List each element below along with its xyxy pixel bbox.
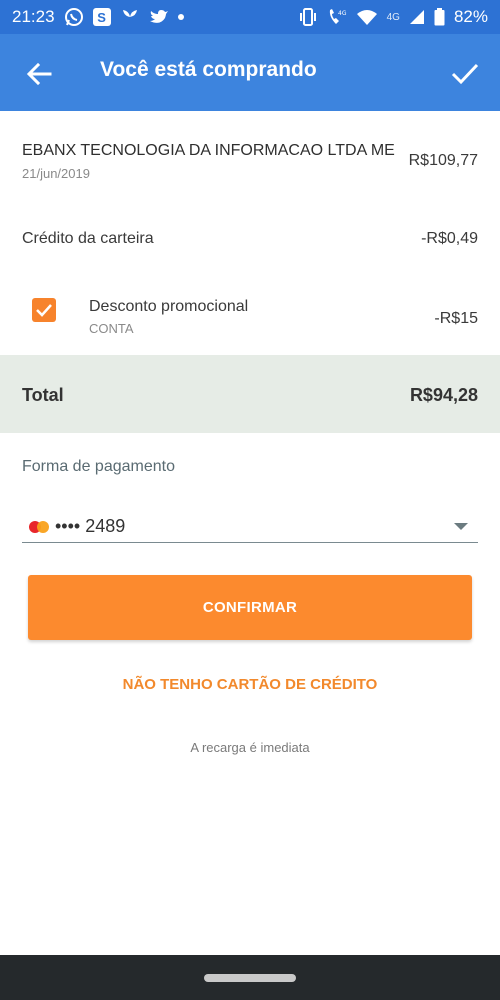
volte-call-icon: 4G — [327, 8, 347, 26]
status-bar-left: 21:23 S — [12, 7, 184, 27]
signal-icon — [409, 9, 425, 25]
total-band: Total R$94,28 — [0, 355, 500, 433]
total-label: Total — [22, 385, 64, 405]
mastercard-icon — [28, 520, 50, 534]
check-icon[interactable] — [450, 58, 480, 88]
recharge-info-text: A recarga é imediata — [190, 740, 310, 755]
network-label: 4G — [386, 11, 400, 23]
payment-card-select[interactable]: •••• 2489 — [22, 510, 478, 543]
svg-text:4G: 4G — [338, 10, 347, 17]
purchase-amount: R$109,77 — [408, 152, 478, 169]
merchant-name: EBANX TECNOLOGIA DA INFORMACAO LTDA ME — [22, 142, 395, 159]
vibrate-icon — [298, 8, 318, 26]
system-nav-bar — [0, 955, 500, 1000]
back-arrow-icon[interactable] — [25, 60, 53, 88]
discount-label: Desconto promocional — [89, 298, 249, 315]
app-bar: Você está comprando — [0, 34, 500, 111]
discount-checkbox[interactable] — [32, 298, 56, 322]
battery-percent: 82% — [453, 7, 488, 26]
page-title: Você está comprando — [100, 58, 317, 81]
home-gesture-pill[interactable] — [204, 974, 296, 982]
notification-dot-icon — [177, 14, 184, 20]
payment-method-label: Forma de pagamento — [22, 458, 175, 475]
status-bar: 21:23 S 4G 4G 82% — [0, 0, 500, 34]
card-number: •••• 2489 — [55, 516, 126, 536]
purchase-date: 21/jun/2019 — [22, 166, 90, 181]
discount-amount: -R$15 — [434, 310, 478, 327]
wallet-credit-row: Crédito da carteira -R$0,49 — [0, 228, 500, 254]
status-time: 21:23 — [12, 7, 55, 26]
wallet-credit-label: Crédito da carteira — [22, 230, 154, 247]
discount-row: Desconto promocional CONTA -R$15 — [0, 296, 500, 340]
no-credit-card-link[interactable]: NÃO TENHO CARTÃO DE CRÉDITO — [0, 676, 500, 693]
twitter-icon — [149, 9, 169, 26]
plant-icon — [120, 8, 140, 26]
battery-icon — [434, 8, 445, 26]
wifi-icon — [356, 9, 378, 26]
discount-sublabel: CONTA — [89, 321, 134, 336]
total-amount: R$94,28 — [409, 385, 478, 405]
skype-icon: S — [92, 8, 111, 26]
purchase-row: EBANX TECNOLOGIA DA INFORMACAO LTDA ME 2… — [0, 142, 500, 192]
dropdown-arrow-icon[interactable] — [454, 523, 468, 530]
wallet-credit-amount: -R$0,49 — [421, 230, 478, 247]
whatsapp-icon — [64, 7, 84, 27]
checkmark-icon — [36, 304, 52, 317]
status-bar-right: 4G 4G 82% — [298, 7, 488, 27]
confirm-button[interactable]: CONFIRMAR — [28, 575, 472, 640]
